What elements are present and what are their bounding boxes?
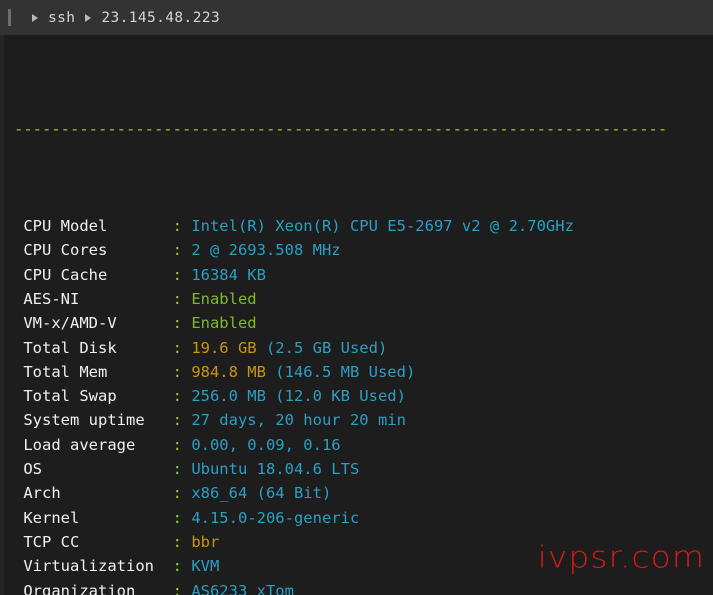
watermark-logo: ivpsr.com <box>537 538 705 575</box>
info-row-label: VM-x/AMD-V <box>14 314 173 333</box>
breadcrumb-host[interactable]: 23.145.48.223 <box>101 10 220 26</box>
info-row-value-extra: (12.0 KB Used) <box>265 387 406 406</box>
info-row: Organization : AS6233 xTom <box>14 579 713 595</box>
info-row-value: KVM <box>191 557 220 576</box>
info-row-label: Total Disk <box>14 338 173 357</box>
info-row-label: Kernel <box>14 508 173 527</box>
info-row-label: Load average <box>14 435 173 454</box>
info-row-separator: : <box>172 460 192 479</box>
info-row-value: Intel(R) Xeon(R) CPU E5-2697 v2 @ 2.70GH… <box>191 217 574 236</box>
info-row: Total Swap : 256.0 MB (12.0 KB Used) <box>14 384 713 408</box>
system-info-list: CPU Model : Intel(R) Xeon(R) CPU E5-2697… <box>14 214 713 595</box>
info-row: AES-NI : Enabled <box>14 287 713 311</box>
info-row: CPU Model : Intel(R) Xeon(R) CPU E5-2697… <box>14 214 713 238</box>
titlebar: ssh 23.145.48.223 <box>0 0 713 35</box>
info-row-separator: : <box>172 581 192 595</box>
info-row-label: CPU Cache <box>14 265 173 284</box>
info-row: VM-x/AMD-V : Enabled <box>14 311 713 335</box>
info-row-label: Total Mem <box>14 362 173 381</box>
divider-top: ----------------------------------------… <box>14 119 668 138</box>
terminal-window: ssh 23.145.48.223 ----------------------… <box>0 0 713 595</box>
info-row-value-extra: (2.5 GB Used) <box>256 338 388 357</box>
info-row-value: Ubuntu 18.04.6 LTS <box>191 460 360 479</box>
info-row-value: 19.6 GB <box>191 338 257 357</box>
info-row: Load average : 0.00, 0.09, 0.16 <box>14 433 713 457</box>
info-row: System uptime : 27 days, 20 hour 20 min <box>14 408 713 432</box>
info-row-separator: : <box>172 241 192 260</box>
info-row-separator: : <box>172 217 192 236</box>
info-row-separator: : <box>172 557 192 576</box>
info-row-label: Total Swap <box>14 387 173 406</box>
info-row-label: System uptime <box>14 411 173 430</box>
info-row-separator: : <box>172 484 192 503</box>
terminal-content: ----------------------------------------… <box>14 35 713 595</box>
info-row-value-extra: (146.5 MB Used) <box>265 362 416 381</box>
info-row-label: AES-NI <box>14 289 173 308</box>
info-row-value: AS6233 xTom <box>191 581 294 595</box>
info-row-label: CPU Cores <box>14 241 173 260</box>
info-row-label: TCP CC <box>14 532 173 551</box>
info-row-separator: : <box>172 532 192 551</box>
info-row-value: 16384 KB <box>191 265 266 284</box>
info-row: Total Disk : 19.6 GB (2.5 GB Used) <box>14 336 713 360</box>
terminal-left-strip <box>0 35 4 595</box>
info-row-value: Enabled <box>191 289 257 308</box>
info-row-value: bbr <box>191 532 220 551</box>
info-row-label: Organization <box>14 581 173 595</box>
info-row-value: x86_64 (64 Bit) <box>191 484 332 503</box>
info-row-value: Enabled <box>191 314 257 333</box>
info-row: Arch : x86_64 (64 Bit) <box>14 481 713 505</box>
info-row-value: 2 @ 2693.508 MHz <box>191 241 341 260</box>
info-row-label: CPU Model <box>14 217 173 236</box>
info-row-label: Arch <box>14 484 173 503</box>
info-row-separator: : <box>172 387 192 406</box>
info-row-separator: : <box>172 338 192 357</box>
info-row-separator: : <box>172 362 192 381</box>
info-row-value: 27 days, 20 hour 20 min <box>191 411 406 430</box>
info-row-separator: : <box>172 435 192 454</box>
info-row-separator: : <box>172 265 192 284</box>
chevron-right-icon-2 <box>85 13 92 22</box>
info-row-value: 4.15.0-206-generic <box>191 508 360 527</box>
info-row-label: OS <box>14 460 173 479</box>
info-row: CPU Cores : 2 @ 2693.508 MHz <box>14 238 713 262</box>
info-row-separator: : <box>172 508 192 527</box>
window-edge-bar-icon <box>8 9 11 26</box>
breadcrumb-protocol[interactable]: ssh <box>48 10 75 26</box>
info-row-value: 984.8 MB <box>191 362 266 381</box>
info-row-value: 256.0 MB <box>191 387 266 406</box>
info-row: CPU Cache : 16384 KB <box>14 263 713 287</box>
info-row: OS : Ubuntu 18.04.6 LTS <box>14 457 713 481</box>
chevron-right-icon <box>32 13 38 22</box>
info-row-separator: : <box>172 411 192 430</box>
info-row: Total Mem : 984.8 MB (146.5 MB Used) <box>14 360 713 384</box>
terminal-body[interactable]: ----------------------------------------… <box>0 35 713 595</box>
info-row-separator: : <box>172 314 192 333</box>
info-row-value: 0.00, 0.09, 0.16 <box>191 435 341 454</box>
info-row: Kernel : 4.15.0-206-generic <box>14 506 713 530</box>
info-row-label: Virtualization <box>14 557 173 576</box>
info-row-separator: : <box>172 289 192 308</box>
